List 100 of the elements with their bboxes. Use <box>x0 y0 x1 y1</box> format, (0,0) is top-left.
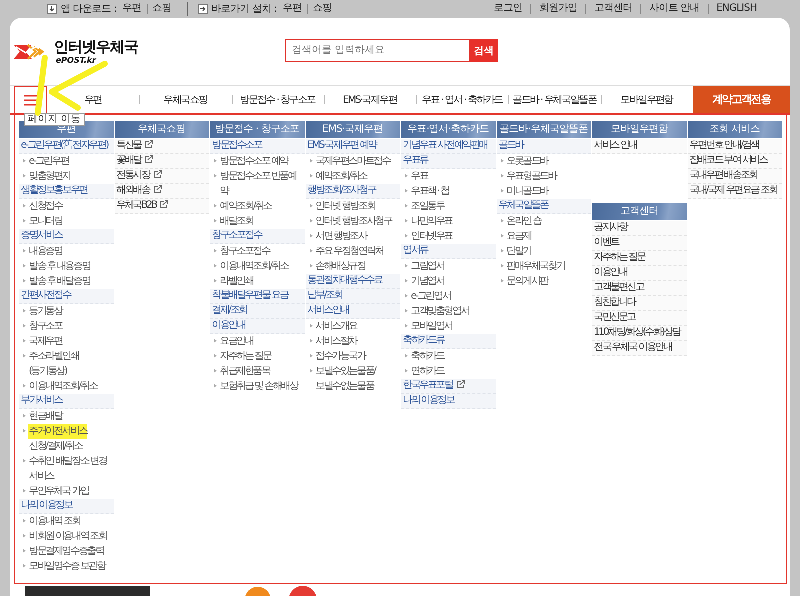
menu-sublink[interactable]: 보낼수있는물품/ <box>306 364 376 379</box>
menu-sublink[interactable]: 조일통투 <box>401 199 444 214</box>
menu-sublink[interactable]: 창구소포접수 <box>210 244 270 259</box>
top-link[interactable]: 고객센터 <box>585 4 640 14</box>
menu-section-link[interactable]: 우표류 <box>401 154 496 169</box>
top-link[interactable]: 쇼핑 <box>306 4 337 14</box>
menu-sublink[interactable]: 예약조회/취소 <box>306 169 367 184</box>
special-tab[interactable]: 계약고객전용 <box>692 86 790 113</box>
menu-sublink[interactable]: 서비스 <box>19 469 54 484</box>
menu-link[interactable]: 전국 우체국 이용안내 <box>592 341 686 356</box>
menu-section-link[interactable]: 엽서류 <box>401 244 496 259</box>
menu-sublink[interactable]: 인터넷 행방조회 <box>306 199 376 214</box>
menu-section-link[interactable]: 나의 이용정보 <box>401 394 496 409</box>
menu-sublink[interactable]: 기념엽서 <box>401 274 444 289</box>
menu-section-link[interactable]: 간편사전접수 <box>19 289 114 304</box>
top-link[interactable]: 쇼핑 <box>146 4 177 14</box>
menu-sublink[interactable]: 나만의우표 <box>401 214 453 229</box>
menu-sublink[interactable]: 보낼수없는물품 <box>306 379 374 394</box>
menu-sublink[interactable]: 이용내역조회/취소 <box>19 379 98 394</box>
top-link[interactable]: 회원가입 <box>530 4 586 14</box>
top-link[interactable]: ENGLISH <box>708 4 765 14</box>
top-link[interactable]: 우편 <box>280 4 307 14</box>
menu-link[interactable]: 국내우편 배송조회 <box>688 169 782 184</box>
menu-section-link[interactable]: 서비스안내 <box>306 304 400 319</box>
menu-sublink[interactable]: 이용내역조회/취소 <box>210 259 288 274</box>
menu-sublink[interactable]: 그림엽서 <box>401 259 444 274</box>
menu-section-link[interactable]: 납부/조회 <box>306 289 400 304</box>
menu-sublink[interactable]: 오롯골드바 <box>496 154 548 169</box>
menu-sublink[interactable]: 연하카드 <box>401 364 444 379</box>
menu-sublink[interactable]: 모바일영수증 보관함 <box>19 559 106 574</box>
menu-section-link[interactable]: 기념우표 사전예약판매 <box>401 139 496 154</box>
menu-sublink[interactable]: e-그린우편 <box>19 154 69 169</box>
menu-link[interactable]: 국민신문고 <box>592 311 686 326</box>
nav-tab[interactable]: 방문접수 · 창구소포 <box>232 92 324 106</box>
menu-sublink[interactable]: 방문접수소포 예약 <box>210 154 288 169</box>
menu-sublink[interactable]: 판매우체국찾기 <box>496 259 565 274</box>
menu-link[interactable]: 공지사항 <box>592 221 686 236</box>
menu-sublink[interactable]: e-그린엽서 <box>401 289 451 304</box>
menu-sublink[interactable]: 수취인 배달장소 변경 <box>19 454 107 469</box>
menu-sublink[interactable]: 맞춤형편지 <box>19 169 71 184</box>
menu-sublink[interactable]: 문의게시판 <box>496 274 548 289</box>
menu-sublink[interactable]: 우표형골드바 <box>496 169 556 184</box>
menu-sublink[interactable]: 창구소포 <box>19 319 62 334</box>
menu-sublink[interactable]: 인터넷 행방조사청구 <box>306 214 392 229</box>
nav-tab[interactable]: 우표 · 엽서 · 축하카드 <box>416 92 508 106</box>
menu-sublink[interactable]: 보험취급 및 손해배상 <box>210 379 298 394</box>
menu-sublink[interactable]: 고객맞춤형엽서 <box>401 304 470 319</box>
menu-sublink[interactable]: 현금배달 <box>19 409 62 424</box>
menu-sublink[interactable]: 등기통상 <box>19 304 62 319</box>
menu-section-link[interactable]: 생활정보홍보우편 <box>19 184 114 199</box>
menu-sublink[interactable]: 내용증명 <box>19 244 62 259</box>
top-link[interactable]: 로그인 <box>486 4 530 14</box>
menu-link[interactable]: 국내/국제 우편요금 조회 <box>688 184 782 199</box>
menu-sublink[interactable]: 무인우체국 가입 <box>19 484 89 499</box>
menu-section-link[interactable]: 창구소포접수 <box>210 229 304 244</box>
nav-tab[interactable]: 우체국쇼핑 <box>139 92 232 106</box>
menu-sublink[interactable]: 단말기 <box>496 244 532 259</box>
menu-sublink[interactable]: 취급제한품목 <box>210 364 270 379</box>
menu-sublink[interactable]: 비회원 이용내역 조회 <box>19 529 107 544</box>
nav-tab[interactable]: EMS·국제우편 <box>324 92 416 106</box>
menu-sublink[interactable]: 신청접수 <box>19 199 62 214</box>
menu-link[interactable]: 이벤트 <box>592 236 686 251</box>
menu-section-link[interactable]: 한국우표포털 <box>401 379 496 394</box>
menu-sublink[interactable]: 미니골드바 <box>496 184 548 199</box>
menu-sublink[interactable]: 국제우편스마트접수 <box>306 154 390 169</box>
menu-sublink[interactable]: 방문접수소포 반품예 <box>210 169 296 184</box>
menu-section-link[interactable]: 우체국알뜰폰 <box>496 199 591 214</box>
menu-link[interactable]: 우체국B2B <box>114 199 209 214</box>
menu-section-link[interactable]: 부가서비스 <box>19 394 114 409</box>
menu-sublink[interactable]: 약 <box>210 184 228 199</box>
menu-section-link[interactable]: 골드바 <box>496 139 591 154</box>
menu-sublink[interactable]: 주소라벨인쇄 <box>19 349 79 364</box>
menu-sublink[interactable]: 서비스절차 <box>306 334 358 349</box>
menu-sublink[interactable]: 우표책 · 첩 <box>401 184 449 199</box>
menu-section-link[interactable]: 증명서비스 <box>19 229 114 244</box>
search-field[interactable]: 검색어를 입력하세요 <box>285 39 470 62</box>
menu-sublink[interactable]: 주요 우정청연락처 <box>306 244 384 259</box>
menu-sublink[interactable]: 라벨인쇄 <box>210 274 254 289</box>
menu-sublink[interactable]: 손해배상규정 <box>306 259 366 274</box>
menu-sublink[interactable]: 모바일엽서 <box>401 319 453 334</box>
menu-section-link[interactable]: e-그린우편(舊 전자우편) <box>19 139 114 154</box>
menu-sublink[interactable]: 모니터링 <box>19 214 62 229</box>
top-link[interactable]: 우편 <box>120 4 147 14</box>
menu-sublink[interactable]: 자주하는 질문 <box>210 349 272 364</box>
menu-sublink[interactable]: 서면 행방조사 <box>306 229 367 244</box>
menu-sublink[interactable]: (등기통상) <box>19 364 67 379</box>
menu-link[interactable]: 해외배송 <box>114 184 209 199</box>
menu-link[interactable]: 서비스 안내 <box>592 139 686 154</box>
menu-sublink[interactable]: 접수가능국가 <box>306 349 366 364</box>
menu-link[interactable]: 특산물 <box>114 139 209 154</box>
menu-sublink[interactable]: 서비스개요 <box>306 319 358 334</box>
nav-tab[interactable]: 우편 <box>47 92 140 106</box>
menu-section-link[interactable]: 이용안내 <box>210 319 304 334</box>
nav-tab[interactable]: 골드바 · 우체국알뜰폰 <box>508 92 601 106</box>
top-link[interactable]: 사이트 안내 <box>640 4 708 14</box>
menu-link[interactable]: 이용안내 <box>592 266 686 281</box>
menu-sublink[interactable]: 우표 <box>401 169 428 184</box>
menu-link[interactable]: 우편번호 안내/검색 <box>688 139 782 154</box>
menu-link[interactable]: 꽃배달 <box>114 154 209 169</box>
menu-section-link[interactable]: 축하카드류 <box>401 334 496 349</box>
